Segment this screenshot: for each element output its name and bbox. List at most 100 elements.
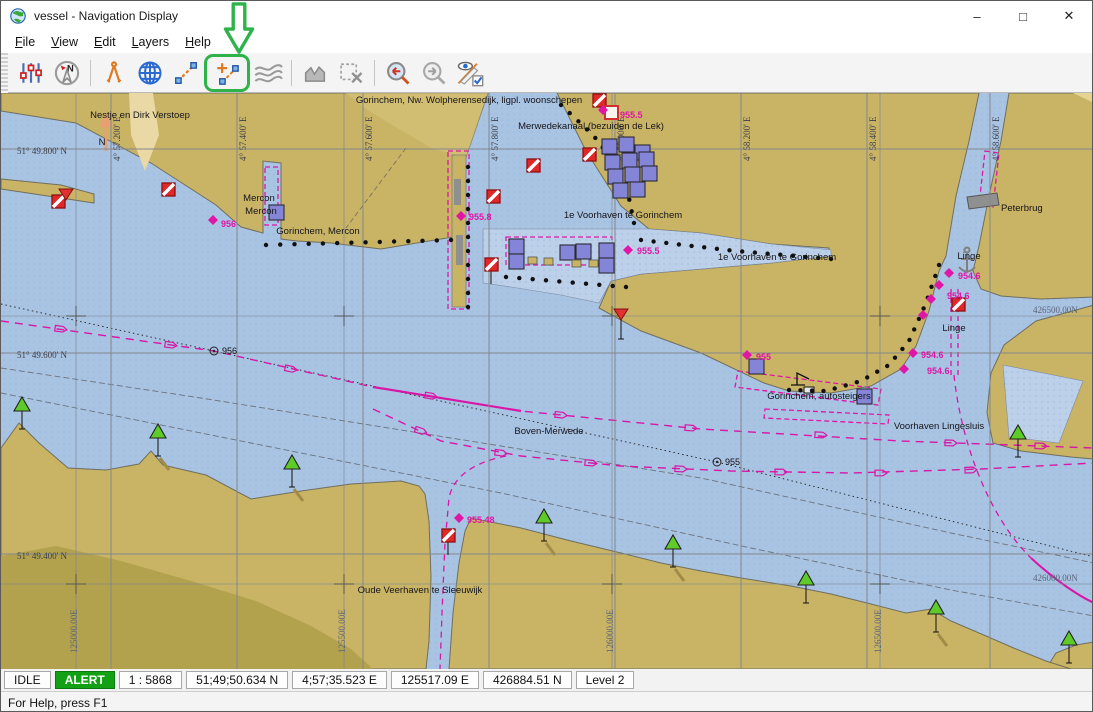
status-longitude: 4;57;35.523 E — [292, 671, 387, 689]
application-window: vessel - Navigation Display – □ ✕ File V… — [0, 0, 1093, 712]
globe-button[interactable] — [132, 56, 168, 90]
mooring-dot — [466, 165, 470, 169]
dividers-icon — [101, 60, 127, 86]
toolbar-separator — [291, 60, 292, 86]
mooring-dot — [466, 305, 470, 309]
mooring-dot — [406, 239, 410, 243]
menu-edit[interactable]: Edit — [86, 33, 124, 51]
zoom-previous-button[interactable] — [380, 56, 416, 90]
title-bar[interactable]: vessel - Navigation Display – □ ✕ — [1, 1, 1092, 31]
menu-help[interactable]: Help — [177, 33, 219, 51]
mooring-dot — [466, 291, 470, 295]
status-scale: 1 : 5868 — [119, 671, 182, 689]
display-sliders-button[interactable] — [13, 56, 49, 90]
grid-label-lon: 4° 57.200' E — [112, 116, 122, 161]
minimize-button[interactable]: – — [954, 1, 1000, 31]
moored-ship — [456, 235, 463, 265]
grid-label-lon: 4° 57.400' E — [238, 116, 248, 161]
vessel-square — [639, 152, 654, 167]
place-label: Boven-Merwede — [514, 426, 583, 437]
dividers-button[interactable] — [96, 56, 132, 90]
mooring-dot — [651, 239, 655, 243]
area-chart-icon — [301, 59, 329, 87]
zoom-forward-icon — [420, 59, 448, 87]
vessel-square — [619, 137, 634, 152]
vessel-square — [630, 182, 645, 197]
mooring-dot — [875, 370, 879, 374]
toolbar-separator — [90, 60, 91, 86]
notice-board-white — [605, 106, 618, 119]
status-northing: 426884.51 N — [483, 671, 572, 689]
menu-layers[interactable]: Layers — [124, 33, 178, 51]
hectometre-label: 955.48 — [467, 515, 495, 525]
window-title: vessel - Navigation Display — [34, 9, 178, 23]
mooring-dot — [937, 263, 941, 267]
km-dot — [213, 350, 215, 352]
toolbar-grip-handle[interactable] — [1, 53, 8, 93]
chart-visibility-settings-button[interactable] — [452, 56, 488, 90]
toolbar: N — [1, 53, 1092, 93]
mooring-dot — [568, 111, 572, 115]
mooring-dot — [855, 380, 859, 384]
grid-label-lon: 4° 58.400' E — [868, 116, 878, 161]
vessel-square — [599, 243, 614, 258]
add-leg-cross-icon — [214, 60, 240, 86]
vessel-square — [642, 166, 657, 181]
mooring-dot — [307, 242, 311, 246]
grid-label-lat: 51° 49.400' N — [17, 551, 67, 561]
rd-easting-label: 126000.00E — [605, 609, 615, 653]
mooring-dot — [278, 242, 282, 246]
globe-app-icon — [10, 8, 26, 24]
hectometre-label: 954.6 — [921, 350, 944, 360]
km-label: 956 — [222, 346, 237, 356]
vessel-square — [625, 167, 640, 182]
chart-map-area[interactable]: 125000.00E125500.00E126000.00E126500.00E… — [1, 93, 1093, 669]
place-label: Gorinchem, Nw. Wolpherensedijk, ligpl. w… — [356, 95, 582, 106]
menu-file[interactable]: File — [7, 33, 43, 51]
mooring-dot — [632, 221, 636, 225]
vessel-square — [560, 245, 575, 260]
hectometre-label: 954.6 — [958, 271, 981, 281]
add-route-leg-button[interactable] — [204, 54, 250, 92]
close-button[interactable]: ✕ — [1046, 1, 1092, 31]
hectometre-label: 956 — [221, 219, 236, 229]
vessel-square — [613, 183, 628, 198]
status-mode: IDLE — [4, 671, 51, 689]
delete-selection-button[interactable] — [333, 56, 369, 90]
grid-label-lon: 4° 58.600' E — [991, 116, 1001, 161]
mooring-dot — [466, 179, 470, 183]
mooring-dot — [466, 207, 470, 211]
mooring-dot — [907, 338, 911, 342]
vessel-square — [605, 155, 620, 170]
mooring-dot — [929, 285, 933, 289]
help-text: For Help, press F1 — [8, 696, 107, 710]
help-bar: For Help, press F1 — [1, 691, 1092, 712]
sliders-icon — [18, 60, 44, 86]
mooring-dot — [664, 241, 668, 245]
mooring-dot — [292, 242, 296, 246]
mooring-dot — [466, 235, 470, 239]
grid-label-lat: 51° 49.800' N — [17, 146, 67, 156]
depth-profile-chart-button[interactable] — [297, 56, 333, 90]
menu-view[interactable]: View — [43, 33, 86, 51]
compass-north-button[interactable]: N — [49, 56, 85, 90]
place-label: Gorinchem, Mercon — [276, 226, 359, 237]
mooring-dot — [593, 136, 597, 140]
zoom-next-button[interactable] — [416, 56, 452, 90]
place-label: Linge — [942, 323, 965, 334]
moored-ship — [454, 179, 461, 205]
maximize-button[interactable]: □ — [1000, 1, 1046, 31]
hectometre-label: 955 — [756, 352, 771, 362]
mooring-dot — [624, 285, 628, 289]
mooring-dot — [466, 249, 470, 253]
currents-waves-button[interactable] — [250, 56, 286, 90]
place-label: Mercon — [243, 193, 275, 204]
grid-label-lon: 4° 57.800' E — [490, 116, 500, 161]
mercon-pier — [452, 155, 466, 307]
visibility-check-icon — [455, 59, 485, 87]
pontoon — [572, 260, 581, 267]
status-easting: 125517.09 E — [391, 671, 479, 689]
measure-leg-button[interactable] — [168, 56, 204, 90]
rd-easting-label: 126500.00E — [873, 609, 883, 653]
place-label: N — [99, 137, 106, 148]
